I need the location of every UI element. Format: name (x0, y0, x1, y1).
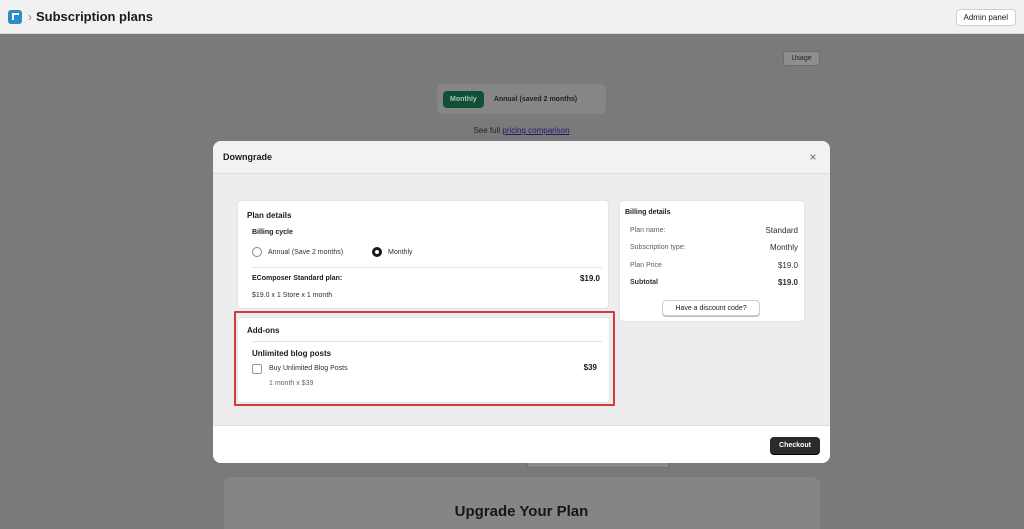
billing-plan-price-label: Plan Price (630, 262, 662, 269)
plan-divider (252, 267, 602, 268)
close-icon[interactable]: × (806, 150, 820, 164)
top-bar: › Subscription plans Admin panel (0, 0, 1024, 34)
plan-breakdown: $19.0 x 1 Store x 1 month (252, 292, 333, 299)
billing-subtotal-value: $19.0 (777, 278, 798, 287)
addons-card: Add-ons Unlimited blog posts Buy Unlimit… (237, 317, 610, 403)
app-logo-icon[interactable] (8, 9, 22, 24)
addons-title: Add-ons (247, 326, 280, 335)
pricing-comparison-link[interactable]: pricing comparison (502, 126, 569, 135)
radio-annual[interactable] (252, 247, 262, 257)
discount-code-button[interactable]: Have a discount code? (662, 300, 760, 316)
radio-annual-label[interactable]: Annual (Save 2 months) (268, 249, 343, 256)
page-title: Subscription plans (36, 9, 154, 24)
billing-cycle-label: Billing cycle (252, 229, 293, 236)
billing-details-title: Billing details (625, 209, 671, 216)
plan-name-label: EComposer Standard plan: (252, 275, 343, 282)
upgrade-plan-title: Upgrade Your Plan (454, 503, 589, 520)
modal-header: Downgrade × (213, 141, 830, 174)
radio-monthly[interactable] (372, 247, 382, 257)
plan-price: $19.0 (579, 274, 600, 283)
unlimited-blog-posts-checkbox[interactable] (252, 364, 262, 374)
cycle-monthly-tab[interactable]: Monthly (443, 90, 484, 108)
downgrade-modal: Downgrade × Plan details Billing cycle A… (213, 141, 830, 463)
admin-panel-button[interactable]: Admin panel (955, 9, 1016, 26)
billing-plan-price-value: $19.0 (777, 261, 798, 270)
billing-cycle-toggle: Monthly Annual (saved 2 months) (437, 84, 606, 114)
billing-plan-name-value: Standard (765, 226, 798, 235)
billing-plan-name-label: Plan name: (630, 227, 666, 234)
modal-footer: Checkout (213, 425, 830, 463)
pricing-prefix: See full (473, 126, 503, 135)
checkout-button[interactable]: Checkout (770, 437, 820, 454)
pricing-comparison-line: See full pricing comparison (0, 126, 1024, 135)
plan-details-title: Plan details (247, 211, 292, 220)
radio-monthly-label[interactable]: Monthly (388, 249, 413, 256)
usage-button[interactable]: Usage (783, 51, 820, 66)
billing-subscription-type-label: Subscription type: (630, 244, 686, 251)
addons-divider (252, 341, 602, 342)
addon-item-title: Unlimited blog posts (252, 349, 332, 358)
modal-title: Downgrade (223, 152, 273, 162)
billing-details-card: Billing details Plan name: Standard Subs… (619, 200, 805, 322)
addon-price: $39 (583, 363, 597, 372)
unlimited-blog-posts-label[interactable]: Buy Unlimited Blog Posts (269, 365, 348, 372)
cycle-annual-tab[interactable]: Annual (saved 2 months) (494, 96, 577, 103)
breadcrumb-separator: › (28, 9, 32, 24)
billing-subscription-type-value: Monthly (769, 243, 798, 252)
plan-details-card: Plan details Billing cycle Annual (Save … (237, 200, 609, 309)
addon-breakdown: 1 month x $39 (269, 380, 314, 387)
billing-subtotal-label: Subtotal (630, 279, 658, 286)
